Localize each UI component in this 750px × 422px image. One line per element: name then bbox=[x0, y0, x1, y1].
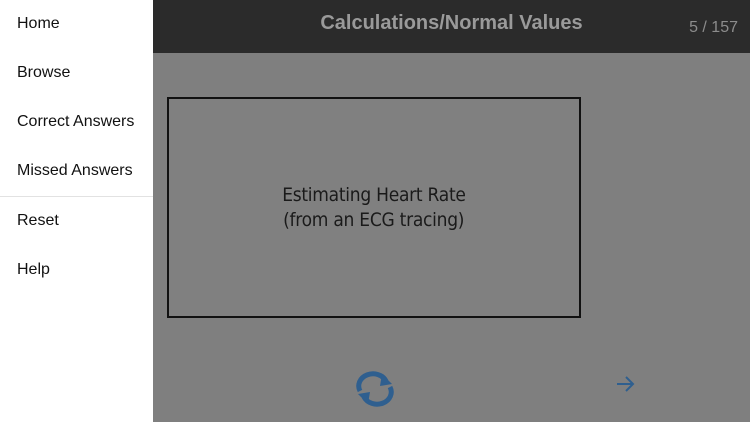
arrow-right-icon bbox=[617, 376, 635, 392]
page-title: Calculations/Normal Values bbox=[320, 12, 583, 34]
menu-item-browse[interactable]: Browse bbox=[0, 56, 153, 92]
menu-item-label: Missed Answers bbox=[17, 162, 133, 179]
card-text-line2: (from an ECG tracing) bbox=[283, 208, 465, 231]
card-text-line1: Estimating Heart Rate bbox=[282, 183, 466, 206]
menu-item-label: Correct Answers bbox=[17, 113, 135, 130]
refresh-icon bbox=[356, 371, 394, 407]
flip-card-button[interactable] bbox=[352, 371, 398, 407]
card-counter: 5 / 157 bbox=[689, 19, 738, 36]
menu-item-home[interactable]: Home bbox=[0, 7, 153, 43]
next-card-button[interactable] bbox=[612, 372, 640, 396]
side-menu: Home Browse Correct Answers Missed Answe… bbox=[0, 0, 153, 422]
menu-divider bbox=[0, 196, 153, 197]
menu-item-help[interactable]: Help bbox=[0, 253, 153, 289]
menu-item-reset[interactable]: Reset bbox=[0, 204, 153, 240]
menu-item-label: Home bbox=[17, 15, 60, 32]
menu-item-label: Reset bbox=[17, 212, 59, 229]
menu-item-label: Help bbox=[17, 261, 50, 278]
menu-item-missed-answers[interactable]: Missed Answers bbox=[0, 154, 153, 190]
menu-item-label: Browse bbox=[17, 64, 71, 81]
flashcard[interactable]: Estimating Heart Rate (from an ECG traci… bbox=[167, 97, 581, 318]
menu-item-correct-answers[interactable]: Correct Answers bbox=[0, 105, 153, 141]
